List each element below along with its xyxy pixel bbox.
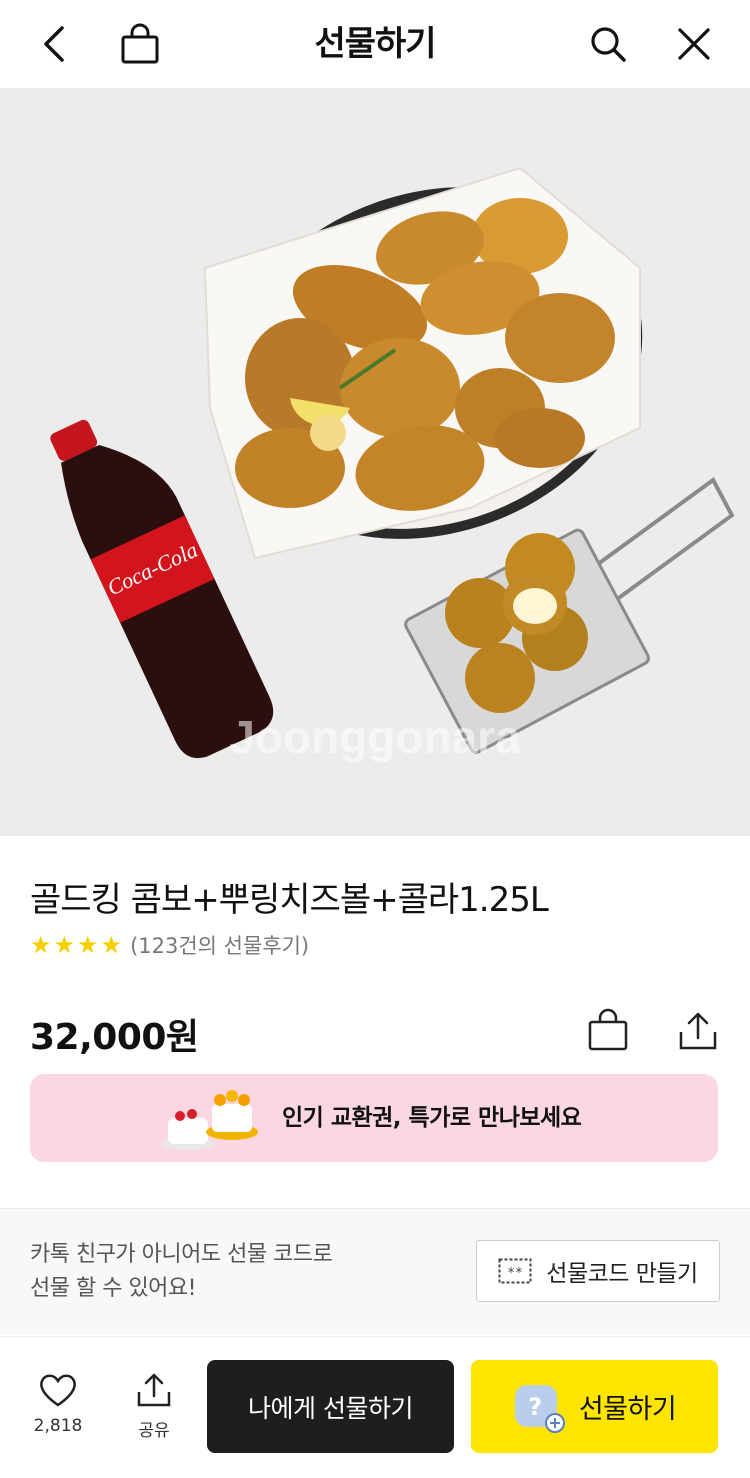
shopping-bag-icon [121, 23, 159, 64]
star-rating: ★ ★ ★ ★ [30, 930, 122, 960]
rating[interactable]: ★ ★ ★ ★ (123건의 선물후기) [30, 930, 309, 960]
watermark-text: Joonggonara [229, 711, 521, 763]
gift-friend-icon: ? [514, 1384, 565, 1433]
page-title: 선물하기 [314, 24, 436, 64]
like-button[interactable]: 2,818 [30, 1372, 86, 1436]
promo-banner[interactable]: 인기 교환권, 특가로 만나보세요 [30, 1074, 718, 1162]
shopping-bag-icon [588, 1008, 628, 1051]
heart-icon [40, 1374, 76, 1407]
make-gift-code-label: 선물코드 만들기 [546, 1261, 698, 1287]
share-product-button[interactable] [674, 1006, 722, 1054]
like-count: 2,818 [33, 1416, 83, 1436]
star-icon: ★ [100, 931, 123, 959]
gift-button[interactable]: ? 선물하기 [471, 1360, 718, 1453]
close-button[interactable] [670, 20, 718, 68]
share-icon [679, 1012, 717, 1050]
search-button[interactable] [584, 20, 632, 68]
product-name: 골드킹 콤보+뿌링치즈볼+콜라1.25L [30, 880, 549, 920]
cart-button[interactable] [116, 20, 164, 68]
product-image: Coca-Cola Joonggonara [0, 88, 750, 836]
gift-code-description: 카톡 친구가 아니어도 선물 코드로 선물 할 수 있어요! [30, 1238, 333, 1306]
svg-text:?: ? [528, 1393, 541, 1421]
back-button[interactable] [30, 20, 78, 68]
gift-button-label: 선물하기 [578, 1394, 677, 1425]
gift-to-me-button[interactable]: 나에게 선물하기 [207, 1360, 454, 1453]
search-icon [591, 27, 626, 62]
share-icon [137, 1373, 171, 1407]
gift-code-desc-line1: 카톡 친구가 아니어도 선물 코드로 [30, 1242, 333, 1267]
star-icon: ★ [77, 931, 99, 959]
share-label: 공유 [138, 1421, 170, 1441]
star-icon: ★ [53, 931, 76, 959]
price: 32,000원 [30, 1017, 199, 1058]
gift-code-desc-line2: 선물 할 수 있어요! [30, 1276, 196, 1301]
code-ticket-icon: ** [498, 1258, 532, 1284]
review-count: (123건의 선물후기) [130, 934, 310, 958]
cake-icon [162, 1090, 258, 1150]
star-icon: ★ [30, 931, 52, 959]
add-to-cart-button[interactable] [584, 1006, 632, 1054]
banner-text: 인기 교환권, 특가로 만나보세요 [282, 1105, 582, 1131]
make-gift-code-button[interactable]: ** 선물코드 만들기 [476, 1240, 720, 1302]
share-button[interactable]: 공유 [126, 1372, 182, 1441]
svg-text:**: ** [507, 1266, 523, 1281]
back-icon [44, 26, 64, 62]
top-header: 선물하기 [0, 0, 750, 88]
close-icon [678, 28, 710, 60]
product-illustration: Coca-Cola Joonggonara [50, 166, 735, 763]
